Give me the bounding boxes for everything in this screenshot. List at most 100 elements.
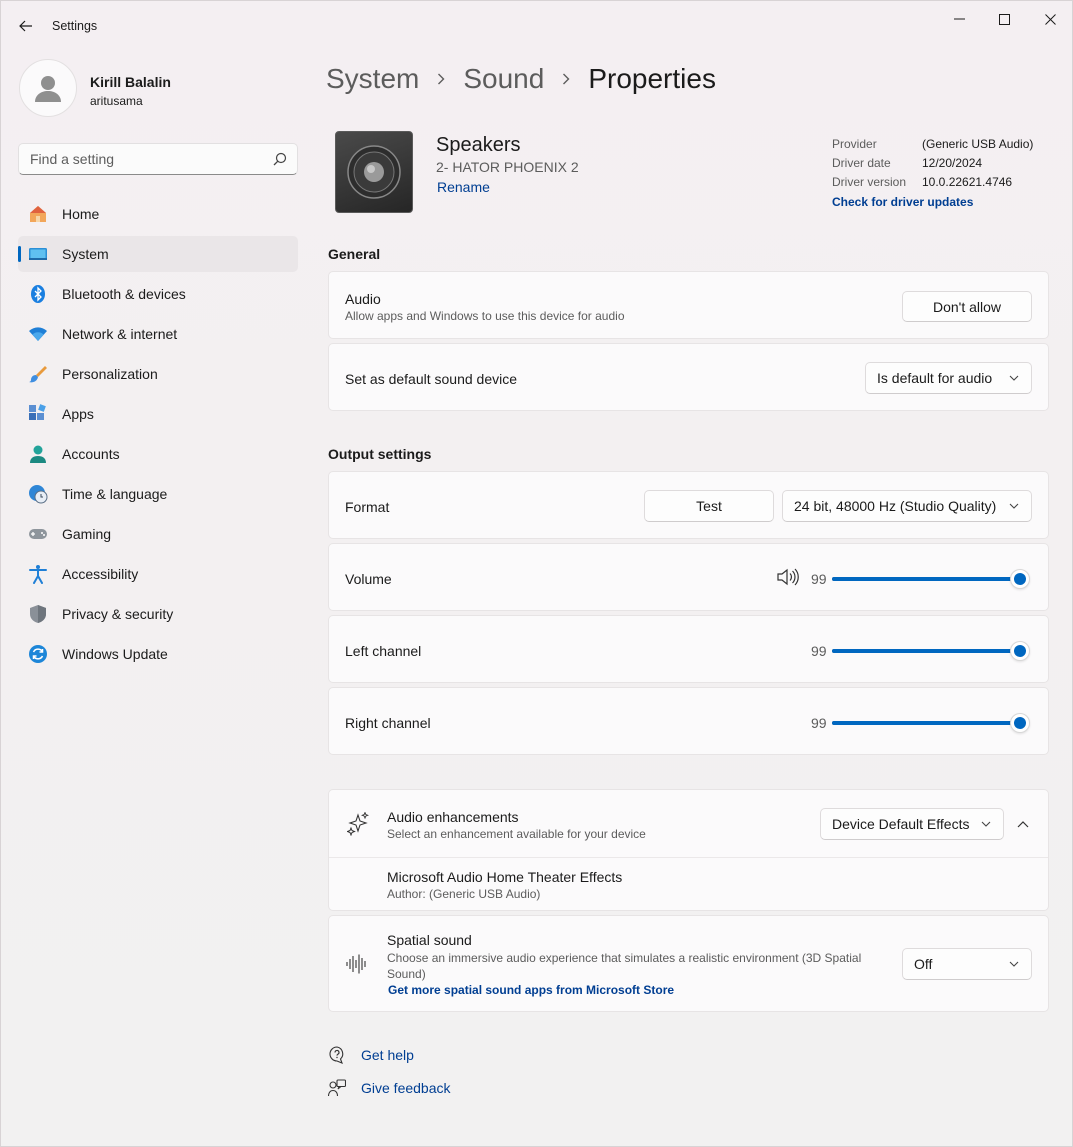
driver-provider-label: Provider xyxy=(832,137,877,151)
device-model: 2- HATOR PHOENIX 2 xyxy=(436,159,579,175)
sidebar-item-windows-update[interactable]: Windows Update xyxy=(18,636,298,672)
close-button[interactable] xyxy=(1027,5,1073,33)
right-channel-card: Right channel 99 xyxy=(328,687,1049,755)
audio-enhancements-card: Audio enhancements Select an enhancement… xyxy=(328,789,1049,911)
driver-date-value: 12/20/2024 xyxy=(922,156,983,170)
right-channel-value: 99 xyxy=(811,715,827,731)
rename-link[interactable]: Rename xyxy=(437,179,490,195)
left-channel-slider[interactable] xyxy=(832,641,1030,661)
brush-icon xyxy=(28,364,48,384)
sidebar-item-personalization[interactable]: Personalization xyxy=(18,356,298,392)
accounts-icon xyxy=(28,444,48,464)
volume-slider-thumb[interactable] xyxy=(1010,569,1030,589)
sidebar-item-bluetooth[interactable]: Bluetooth & devices xyxy=(18,276,298,312)
settings-window: Settings Kirill Balalin aritusama Home S… xyxy=(0,0,1073,1147)
default-device-card: Set as default sound device Is default f… xyxy=(328,343,1049,411)
search-input[interactable] xyxy=(19,144,269,174)
spatial-dropdown[interactable]: Off xyxy=(902,948,1032,980)
effect-author: Author: (Generic USB Audio) xyxy=(387,887,541,901)
apps-icon xyxy=(28,404,48,424)
format-card: Format Test 24 bit, 48000 Hz (Studio Qua… xyxy=(328,471,1049,539)
sidebar-item-gaming[interactable]: Gaming xyxy=(18,516,298,552)
effect-title: Microsoft Audio Home Theater Effects xyxy=(387,869,623,885)
maximize-button[interactable] xyxy=(981,5,1027,33)
sidebar-item-time-language[interactable]: Time & language xyxy=(18,476,298,512)
device-name: Speakers xyxy=(436,134,521,156)
spatial-store-link[interactable]: Get more spatial sound apps from Microso… xyxy=(388,983,674,997)
chevron-up-icon xyxy=(1017,821,1029,828)
sidebar-item-privacy[interactable]: Privacy & security xyxy=(18,596,298,632)
get-help-link[interactable]: Get help xyxy=(328,1044,528,1068)
left-channel-title: Left channel xyxy=(345,643,422,659)
left-channel-slider-fill xyxy=(832,649,1020,653)
user-profile[interactable]: Kirill Balalin aritusama xyxy=(19,59,299,119)
breadcrumb-system[interactable]: System xyxy=(326,63,419,95)
right-channel-slider-thumb[interactable] xyxy=(1010,713,1030,733)
sidebar-item-home[interactable]: Home xyxy=(18,196,298,232)
give-feedback-label: Give feedback xyxy=(361,1080,451,1096)
driver-date-row: Driver date 12/20/2024 xyxy=(832,156,1052,175)
give-feedback-link[interactable]: Give feedback xyxy=(328,1077,528,1101)
back-button[interactable] xyxy=(13,13,39,39)
volume-slider[interactable] xyxy=(832,569,1030,589)
search-box[interactable] xyxy=(18,143,298,175)
speaker-icon xyxy=(347,145,401,199)
collapse-button[interactable] xyxy=(1011,812,1035,836)
title-bar: Settings xyxy=(1,1,1072,49)
bluetooth-icon xyxy=(28,284,48,304)
breadcrumb: System Sound Properties xyxy=(326,59,716,99)
help-icon xyxy=(329,1046,344,1064)
right-channel-slider-fill xyxy=(832,721,1020,725)
sidebar-item-label: Gaming xyxy=(62,526,112,542)
spatial-subtitle: Choose an immersive audio experience tha… xyxy=(387,951,862,981)
sparkle-icon xyxy=(347,812,369,836)
test-button[interactable]: Test xyxy=(644,490,774,522)
sidebar-item-label: Accessibility xyxy=(62,566,139,582)
sidebar-item-accessibility[interactable]: Accessibility xyxy=(18,556,298,592)
chevron-down-icon xyxy=(1009,961,1019,967)
speaker-volume-icon[interactable] xyxy=(777,568,799,586)
format-dropdown[interactable]: 24 bit, 48000 Hz (Studio Quality) xyxy=(782,490,1032,522)
sidebar-item-label: Privacy & security xyxy=(62,606,174,622)
sidebar-item-apps[interactable]: Apps xyxy=(18,396,298,432)
user-account: aritusama xyxy=(90,94,143,108)
sidebar-item-system[interactable]: System xyxy=(18,236,298,272)
default-device-title: Set as default sound device xyxy=(345,371,518,387)
chevron-right-icon xyxy=(562,69,570,90)
breadcrumb-sound[interactable]: Sound xyxy=(463,63,544,95)
volume-slider-fill xyxy=(832,577,1020,581)
default-device-dropdown[interactable]: Is default for audio xyxy=(865,362,1032,394)
driver-version-label: Driver version xyxy=(832,175,907,189)
sound-wave-icon xyxy=(346,954,366,974)
left-channel-slider-thumb[interactable] xyxy=(1010,641,1030,661)
sidebar-item-network[interactable]: Network & internet xyxy=(18,316,298,352)
speaker-image xyxy=(335,131,413,213)
right-channel-slider[interactable] xyxy=(832,713,1030,733)
person-icon xyxy=(35,76,61,102)
sidebar-item-label: Time & language xyxy=(62,486,168,502)
driver-provider-row: Provider (Generic USB Audio) xyxy=(832,137,1052,156)
spatial-value: Off xyxy=(914,956,933,972)
chevron-down-icon xyxy=(981,821,991,827)
divider xyxy=(329,857,1048,858)
check-driver-updates-link[interactable]: Check for driver updates xyxy=(832,195,1052,209)
output-section-title: Output settings xyxy=(328,446,432,462)
page-title: Properties xyxy=(588,63,716,94)
gamepad-icon xyxy=(28,524,48,544)
avatar xyxy=(19,59,77,117)
enhancements-subtitle: Select an enhancement available for your… xyxy=(387,827,646,841)
system-icon xyxy=(28,244,48,264)
chevron-down-icon xyxy=(1009,375,1019,381)
spatial-sound-card: Spatial sound Choose an immersive audio … xyxy=(328,915,1049,1012)
chevron-right-icon xyxy=(437,69,445,90)
format-title: Format xyxy=(345,499,390,515)
sidebar-item-label: System xyxy=(62,246,109,262)
sidebar-nav: Home System Bluetooth & devices Network … xyxy=(18,196,298,676)
dont-allow-button[interactable]: Don't allow xyxy=(902,291,1032,322)
minimize-button[interactable] xyxy=(936,5,982,33)
sidebar-item-accounts[interactable]: Accounts xyxy=(18,436,298,472)
enhancements-dropdown[interactable]: Device Default Effects xyxy=(820,808,1004,840)
minimize-icon xyxy=(953,18,965,20)
driver-provider-value: (Generic USB Audio) xyxy=(922,137,1034,151)
accessibility-icon xyxy=(28,564,48,584)
